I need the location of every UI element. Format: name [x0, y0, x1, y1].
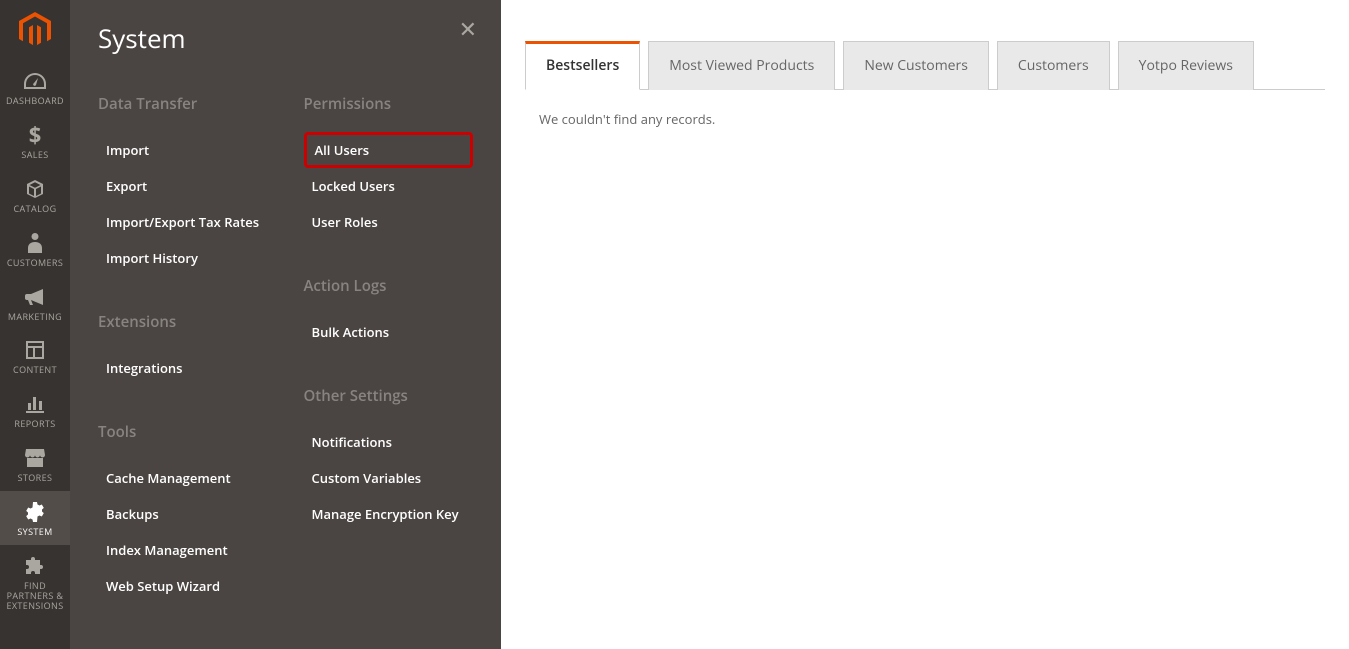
nav-reports[interactable]: REPORTS [0, 383, 70, 437]
nav-customers[interactable]: CUSTOMERS [0, 222, 70, 276]
nav-partners[interactable]: FIND PARTNERS & EXTENSIONS [0, 545, 70, 619]
flyout-section-title: Data Transfer [98, 94, 268, 114]
dollar-icon: $ [29, 124, 42, 146]
flyout-link-backups[interactable]: Backups [98, 496, 268, 532]
flyout-column: Data Transfer ImportExportImport/Export T… [98, 94, 268, 640]
flyout-link-bulk-actions[interactable]: Bulk Actions [304, 314, 474, 350]
flyout-link-integrations[interactable]: Integrations [98, 350, 268, 386]
nav-label: SALES [21, 150, 48, 160]
nav-stores[interactable]: STORES [0, 437, 70, 491]
flyout-link-manage-encryption-key[interactable]: Manage Encryption Key [304, 496, 474, 532]
tab-customers[interactable]: Customers [997, 41, 1110, 90]
flyout-link-custom-variables[interactable]: Custom Variables [304, 460, 474, 496]
flyout-section-title: Tools [98, 422, 268, 442]
flyout-title: System [98, 20, 473, 56]
box-icon [25, 178, 45, 200]
flyout-link-notifications[interactable]: Notifications [304, 424, 474, 460]
store-icon [25, 447, 45, 469]
nav-label: REPORTS [14, 419, 55, 429]
flyout-link-import-export-tax-rates[interactable]: Import/Export Tax Rates [98, 204, 268, 240]
flyout-link-web-setup-wizard[interactable]: Web Setup Wizard [98, 568, 268, 604]
nav-label: CATALOG [13, 204, 56, 214]
tab-bestsellers[interactable]: Bestsellers [525, 41, 640, 90]
flyout-section: Tools Cache ManagementBackupsIndex Manage… [98, 422, 268, 604]
flyout-section: Other Settings NotificationsCustom Variab… [304, 386, 474, 532]
nav-label: MARKETING [8, 312, 62, 322]
flyout-section-title: Other Settings [304, 386, 474, 406]
close-icon[interactable]: ✕ [459, 14, 477, 44]
flyout-columns: Data Transfer ImportExportImport/Export T… [98, 94, 473, 640]
nav-system[interactable]: SYSTEM [0, 491, 70, 545]
flyout-link-user-roles[interactable]: User Roles [304, 204, 474, 240]
nav-catalog[interactable]: CATALOG [0, 168, 70, 222]
tab-most-viewed-products[interactable]: Most Viewed Products [648, 41, 835, 90]
puzzle-icon [26, 555, 44, 577]
flyout-section-title: Action Logs [304, 276, 474, 296]
nav-label: CONTENT [13, 365, 57, 375]
bar-chart-icon [26, 393, 44, 415]
flyout-link-all-users[interactable]: All Users [304, 132, 474, 168]
flyout-link-import[interactable]: Import [98, 132, 268, 168]
flyout-column: Permissions All UsersLocked UsersUser Rol… [304, 94, 474, 640]
dashboard-tabs: BestsellersMost Viewed ProductsNew Custo… [525, 40, 1325, 90]
nav-marketing[interactable]: MARKETING [0, 276, 70, 330]
flyout-link-cache-management[interactable]: Cache Management [98, 460, 268, 496]
admin-sidebar: DASHBOARD $ SALES CATALOG CUSTOMERS MARK… [0, 0, 70, 649]
tab-content: We couldn't find any records. [525, 90, 1325, 148]
system-flyout: System ✕ Data TransferImportExportImport… [70, 0, 501, 649]
megaphone-icon [25, 286, 45, 308]
flyout-section: Data Transfer ImportExportImport/Export T… [98, 94, 268, 276]
gear-icon [25, 501, 45, 523]
nav-label: STORES [18, 473, 53, 483]
nav-sales[interactable]: $ SALES [0, 114, 70, 168]
flyout-section-title: Permissions [304, 94, 474, 114]
flyout-section: Permissions All UsersLocked UsersUser Rol… [304, 94, 474, 240]
flyout-link-locked-users[interactable]: Locked Users [304, 168, 474, 204]
main-content: BestsellersMost Viewed ProductsNew Custo… [501, 0, 1349, 649]
nav-label: SYSTEM [17, 527, 52, 537]
layout-icon [26, 339, 44, 361]
nav-dashboard[interactable]: DASHBOARD [0, 60, 70, 114]
tab-new-customers[interactable]: New Customers [843, 41, 989, 90]
nav-label: DASHBOARD [6, 96, 64, 106]
magento-logo-icon [19, 12, 51, 48]
nav-label: FIND PARTNERS & EXTENSIONS [4, 581, 66, 611]
tab-yotpo-reviews[interactable]: Yotpo Reviews [1118, 41, 1254, 90]
dashboard-icon [24, 70, 46, 92]
person-icon [28, 232, 42, 254]
flyout-link-import-history[interactable]: Import History [98, 240, 268, 276]
nav-content[interactable]: CONTENT [0, 329, 70, 383]
flyout-section-title: Extensions [98, 312, 268, 332]
flyout-link-index-management[interactable]: Index Management [98, 532, 268, 568]
flyout-section: Extensions Integrations [98, 312, 268, 386]
flyout-section: Action Logs Bulk Actions [304, 276, 474, 350]
empty-message: We couldn't find any records. [539, 110, 715, 128]
nav-label: CUSTOMERS [7, 258, 63, 268]
magento-logo[interactable] [0, 0, 70, 60]
flyout-link-export[interactable]: Export [98, 168, 268, 204]
